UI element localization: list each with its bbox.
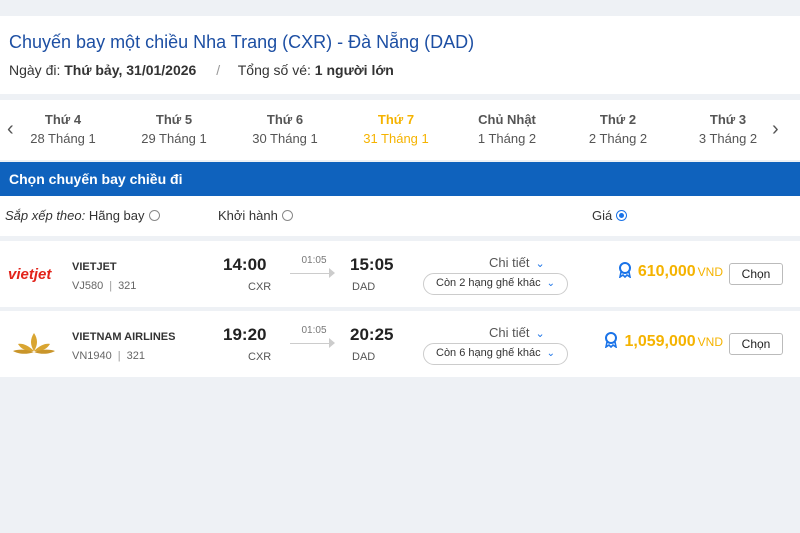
vietjet-logo: vietjet (8, 259, 60, 289)
duration-line (290, 273, 334, 274)
aircraft-type: 321 (118, 280, 137, 292)
arrival-airport: DAD (352, 281, 376, 293)
radio-departure[interactable] (281, 210, 293, 221)
code-divider: | (117, 350, 121, 362)
choose-button[interactable]: Chọn (729, 263, 783, 285)
arrow-right-icon (329, 268, 335, 278)
date-tab-active[interactable]: Thứ 7 31 Tháng 1 (341, 112, 451, 146)
date-tab-dow: Thứ 5 (155, 112, 193, 127)
arrival-airport: DAD (352, 351, 376, 363)
sort-departure-label: Khởi hành (218, 208, 278, 223)
price-value: 1,059,000 (624, 333, 696, 350)
arrival-time: 20:25 (350, 325, 394, 344)
sort-airline-label: Hãng bay (88, 208, 145, 223)
price-currency: VND (697, 335, 723, 349)
arrow-right-icon (329, 338, 335, 348)
sort-price[interactable]: Giá (592, 208, 628, 223)
airline-name: VIETNAM AIRLINES (72, 331, 176, 343)
date-tab[interactable]: Thứ 6 30 Tháng 1 (230, 112, 340, 146)
date-tab-date: 29 Tháng 1 (141, 131, 207, 146)
date-selector: ‹ Thứ 4 28 Tháng 1 Thứ 5 29 Tháng 1 Thứ … (0, 100, 800, 160)
sort-airline[interactable]: Sắp xếp theo: Hãng bay (5, 208, 160, 223)
airline-name: VIETJET (72, 261, 117, 273)
date-tab-date: 30 Tháng 1 (252, 131, 318, 146)
detail-label: Chi tiết (489, 255, 530, 270)
radio-airline[interactable] (148, 210, 160, 221)
tickets-label: Tổng số vé: (237, 62, 311, 78)
chevron-down-icon: ⌄ (535, 258, 545, 270)
route-header: Chuyến bay một chiều Nha Trang (CXR) - Đ… (0, 16, 800, 94)
flight-duration: 01:05 (301, 255, 327, 266)
date-tab-date: 3 Tháng 2 (698, 131, 758, 146)
seat-class-label: Còn 6 hạng ghế khác (436, 347, 541, 359)
seat-class-label: Còn 2 hạng ghế khác (436, 277, 541, 289)
flight-duration: 01:05 (301, 325, 327, 336)
flight-code: VJ580 | 321 (72, 280, 136, 292)
date-tab[interactable]: Thứ 4 28 Tháng 1 (8, 112, 118, 146)
date-tab-date: 1 Tháng 2 (477, 131, 537, 146)
choose-button[interactable]: Chọn (729, 333, 783, 355)
date-tab[interactable]: Chủ Nhật 1 Tháng 2 (452, 112, 562, 146)
aircraft-type: 321 (126, 350, 145, 362)
date-tab-dow: Chủ Nhật (478, 112, 536, 127)
price-currency: VND (697, 265, 723, 279)
departure-airport: CXR (248, 351, 272, 363)
route-meta: Ngày đi: Thứ bảy, 31/01/2026 / Tổng số v… (9, 62, 394, 78)
price-group: 1,059,000 VND (604, 332, 723, 353)
date-tab-date: 2 Tháng 2 (588, 131, 648, 146)
award-icon (604, 332, 618, 353)
code-divider: | (109, 280, 113, 292)
detail-label: Chi tiết (489, 325, 530, 340)
date-tab-dow: Thứ 7 (377, 112, 415, 127)
departure-time: 14:00 (223, 255, 267, 274)
flight-number: VJ580 (72, 280, 104, 292)
chevron-down-icon: ⌄ (546, 348, 555, 359)
sort-bar: Sắp xếp theo: Hãng bay Khởi hành Giá (0, 196, 800, 236)
date-tab-date: 31 Tháng 1 (363, 131, 429, 146)
detail-link[interactable]: Chi tiết ⌄ (489, 255, 545, 270)
arrival-time: 15:05 (350, 255, 394, 274)
flight-row: VIETNAM AIRLINES VN1940 | 321 19:20 CXR 01… (0, 311, 800, 377)
date-tab[interactable]: Thứ 5 29 Tháng 1 (119, 112, 229, 146)
date-tab-date: 28 Tháng 1 (30, 131, 96, 146)
tickets-value: 1 người lớn (314, 62, 394, 78)
chevron-down-icon: ⌄ (535, 328, 545, 340)
date-tab[interactable]: Thứ 2 2 Tháng 2 (563, 112, 673, 146)
detail-link[interactable]: Chi tiết ⌄ (489, 325, 545, 340)
flight-number: VN1940 (72, 350, 112, 362)
departure-time: 19:20 (223, 325, 267, 344)
flight-row: vietjet VIETJET VJ580 | 321 14:00 CXR 01:0… (0, 241, 800, 307)
sort-price-label: Giá (592, 208, 613, 223)
lotus-logo (8, 329, 60, 359)
date-tab-dow: Thứ 3 (709, 112, 747, 127)
meta-separator: / (216, 62, 221, 78)
date-tab-dow: Thứ 6 (266, 112, 304, 127)
seat-class-dropdown[interactable]: Còn 6 hạng ghế khác ⌄ (423, 343, 568, 365)
date-tab[interactable]: Thứ 3 3 Tháng 2 (673, 112, 783, 146)
section-title: Chọn chuyến bay chiều đi (0, 162, 800, 196)
flight-code: VN1940 | 321 (72, 350, 145, 362)
chevron-right-icon[interactable]: › (772, 119, 786, 139)
sort-departure[interactable]: Khởi hành (218, 208, 293, 223)
date-value: Thứ bảy, 31/01/2026 (64, 62, 197, 78)
price-value: 610,000 (637, 263, 696, 280)
date-tab-dow: Thứ 4 (44, 112, 82, 127)
date-tab-dow: Thứ 2 (599, 112, 637, 127)
vietjet-logo-text: vietjet (8, 266, 52, 283)
chevron-down-icon: ⌄ (546, 278, 555, 289)
duration-line (290, 343, 334, 344)
seat-class-dropdown[interactable]: Còn 2 hạng ghế khác ⌄ (423, 273, 568, 295)
departure-airport: CXR (248, 281, 272, 293)
sort-prefix: Sắp xếp theo: (5, 208, 86, 223)
page-title: Chuyến bay một chiều Nha Trang (CXR) - Đ… (9, 32, 475, 52)
price-group: 610,000 VND (618, 262, 723, 283)
award-icon (618, 262, 632, 283)
radio-price[interactable] (616, 210, 628, 221)
date-label: Ngày đi: (9, 62, 61, 78)
